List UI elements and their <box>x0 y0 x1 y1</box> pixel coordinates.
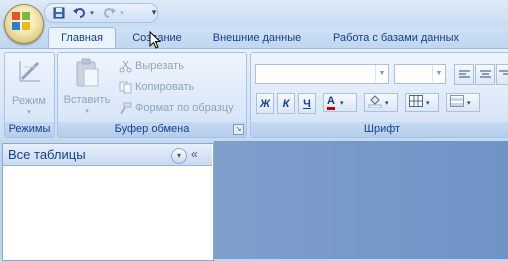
alt-row-color-dropdown-icon[interactable]: ▾ <box>467 99 471 107</box>
undo-dropdown-icon[interactable]: ▾ <box>87 5 97 21</box>
fill-bucket-icon <box>368 94 382 111</box>
align-center-icon[interactable] <box>475 64 495 85</box>
group-font: ▼ ▼ Ж К Ч A ▾ ▾ ▾ ▾ Шрифт <box>250 52 508 138</box>
cut-button[interactable]: Вырезать <box>118 59 184 73</box>
format-painter-label: Формат по образцу <box>135 102 234 114</box>
gridlines-button[interactable]: ▾ <box>405 93 439 112</box>
font-color-dropdown-icon[interactable]: ▾ <box>340 99 344 107</box>
group-modes: Режим ▾ Режимы <box>4 52 55 138</box>
italic-button[interactable]: К <box>277 93 295 114</box>
fill-color-dropdown-icon[interactable]: ▾ <box>385 99 389 107</box>
group-clipboard: Вставить ▾ Вырезать Копировать Формат по… <box>57 52 247 138</box>
group-font-label: Шрифт <box>251 122 508 137</box>
gridlines-dropdown-icon[interactable]: ▾ <box>426 99 430 107</box>
view-button[interactable]: Режим ▾ <box>7 57 51 116</box>
cut-label: Вырезать <box>135 60 184 72</box>
underline-button[interactable]: Ч <box>298 93 316 114</box>
paste-label: Вставить <box>63 94 111 106</box>
tab-home[interactable]: Главная <box>48 27 116 49</box>
mouse-cursor-icon <box>149 30 162 52</box>
workspace-area <box>214 141 508 259</box>
tab-external-data[interactable]: Внешние данные <box>204 29 310 48</box>
group-clipboard-label: Буфер обмена <box>58 122 246 137</box>
tab-database-tools[interactable]: Работа с базами данных <box>324 29 468 48</box>
paste-dropdown-icon: ▾ <box>85 108 89 115</box>
alt-row-color-button[interactable]: ▾ <box>446 93 480 112</box>
office-logo-icon <box>11 11 30 30</box>
fill-color-button[interactable]: ▾ <box>364 93 398 112</box>
font-size-combo[interactable]: ▼ <box>394 64 446 84</box>
paste-icon <box>72 57 102 89</box>
paste-button[interactable]: Вставить ▾ <box>60 57 114 115</box>
redo-icon[interactable] <box>101 5 117 21</box>
font-name-dropdown-icon[interactable]: ▼ <box>375 65 388 83</box>
copy-icon <box>118 80 132 94</box>
align-right-icon[interactable] <box>496 64 508 85</box>
font-name-combo[interactable]: ▼ <box>255 64 389 84</box>
quick-access-toolbar: ▾ ▾ <box>44 3 158 23</box>
font-color-button[interactable]: A ▾ <box>323 93 357 112</box>
scissors-icon <box>118 59 132 73</box>
navigation-pane-title[interactable]: Все таблицы <box>8 147 86 162</box>
redo-dropdown-icon[interactable]: ▾ <box>117 5 127 21</box>
navigation-pane-menu-icon[interactable]: ▾ <box>171 148 187 164</box>
format-painter-button[interactable]: Формат по образцу <box>118 101 234 115</box>
clipboard-launcher-icon[interactable]: ↘ <box>233 124 244 135</box>
undo-icon[interactable] <box>71 5 87 21</box>
bold-button[interactable]: Ж <box>256 93 274 114</box>
view-mode-icon <box>14 57 44 87</box>
alt-row-color-icon <box>450 95 464 110</box>
customize-qat-icon[interactable]: ▾ <box>148 4 160 20</box>
font-color-icon: A <box>327 95 335 110</box>
align-left-icon[interactable] <box>454 64 474 85</box>
view-button-label: Режим <box>12 95 46 107</box>
navigation-pane-collapse-icon[interactable]: « <box>191 147 198 161</box>
view-dropdown-icon: ▾ <box>27 109 31 116</box>
copy-button[interactable]: Копировать <box>118 80 194 94</box>
group-modes-label: Режимы <box>5 122 54 137</box>
gridlines-icon <box>409 95 423 110</box>
font-size-dropdown-icon[interactable]: ▼ <box>432 65 445 83</box>
save-icon[interactable] <box>51 5 67 21</box>
format-painter-icon <box>118 101 132 115</box>
copy-label: Копировать <box>135 81 195 93</box>
